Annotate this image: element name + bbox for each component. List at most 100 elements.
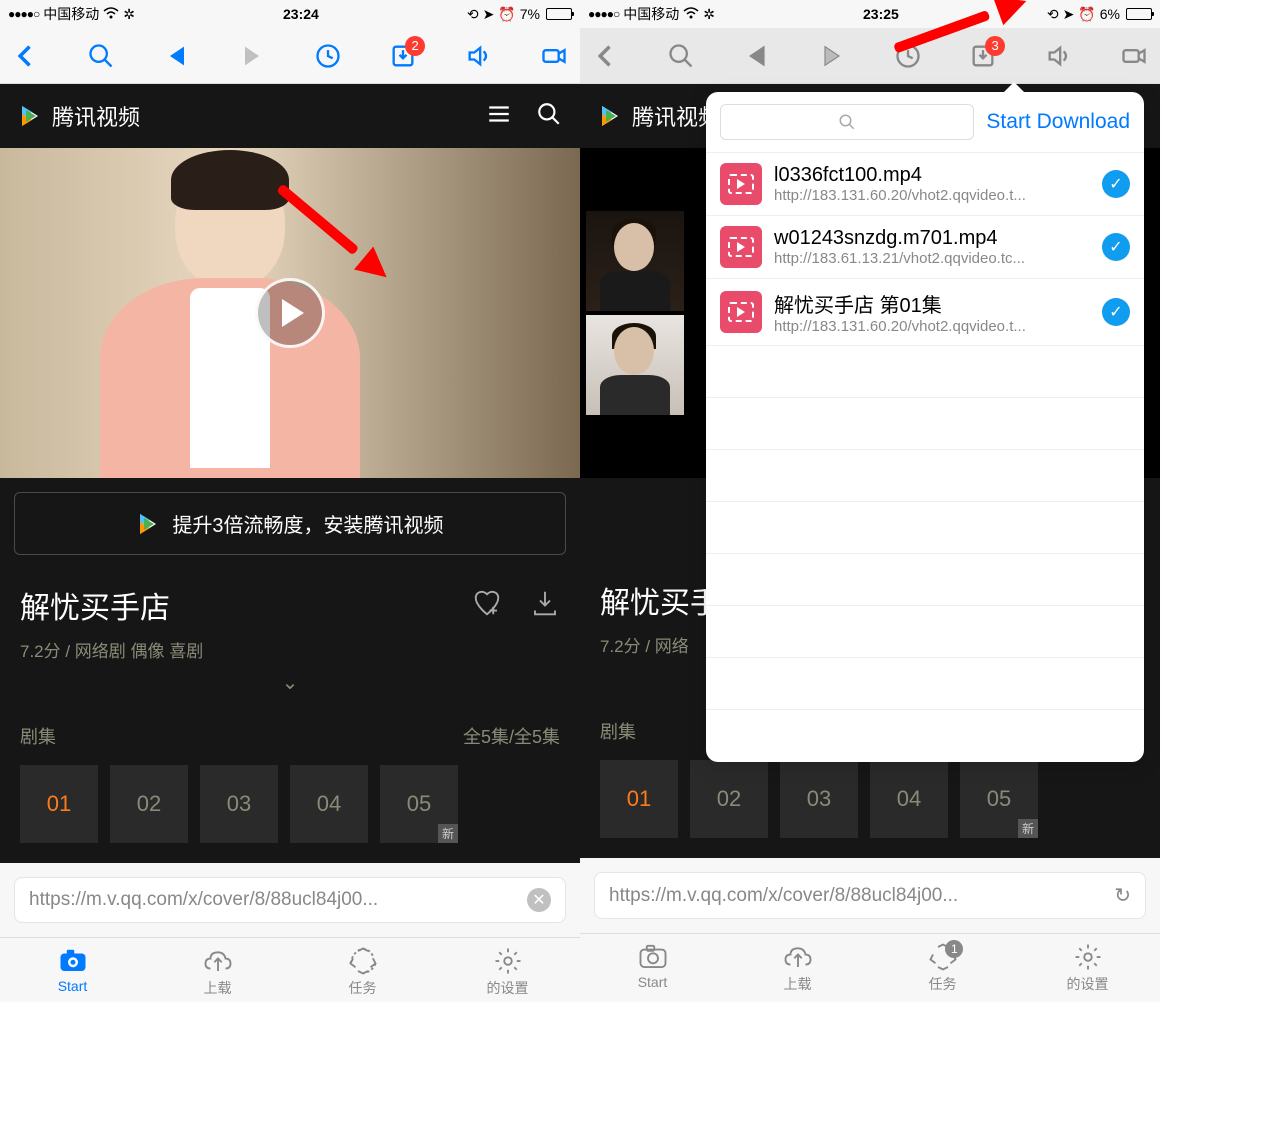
rewind-button[interactable]: [741, 40, 773, 72]
check-icon[interactable]: ✓: [1102, 298, 1130, 326]
sound-button[interactable]: [463, 40, 495, 72]
search-button[interactable]: [85, 40, 117, 72]
promo-text: 提升3倍流畅度，安装腾讯视频: [172, 509, 443, 538]
carrier-label: 中国移动: [43, 4, 99, 24]
history-button[interactable]: [312, 40, 344, 72]
tab-upload[interactable]: 上载: [725, 942, 870, 994]
episode-item[interactable]: 02: [110, 765, 188, 843]
lock-icon: ⟲: [1047, 6, 1059, 23]
camera-icon: [637, 942, 669, 972]
video-thumbnail: [586, 211, 684, 311]
install-app-banner[interactable]: 提升3倍流畅度，安装腾讯视频: [14, 492, 566, 555]
video-title: 解忧买手店: [20, 583, 170, 627]
episode-item[interactable]: 01: [20, 765, 98, 843]
url-input[interactable]: https://m.v.qq.com/x/cover/8/88ucl84j00.…: [594, 872, 1146, 919]
check-icon[interactable]: ✓: [1102, 170, 1130, 198]
loading-icon: ✲: [703, 6, 715, 23]
camera-icon: [57, 946, 89, 976]
episode-item[interactable]: 03: [780, 760, 858, 838]
gear-icon: [1072, 942, 1104, 972]
site-logo[interactable]: 腾讯视频: [18, 100, 140, 132]
loading-icon: ✲: [123, 6, 135, 23]
url-text: https://m.v.qq.com/x/cover/8/88ucl84j00.…: [29, 889, 527, 911]
alarm-icon: ⏰: [1078, 6, 1095, 23]
episode-item[interactable]: 04: [290, 765, 368, 843]
lock-icon: ⟲: [467, 6, 479, 23]
tasks-badge: 1: [945, 940, 963, 958]
signal-dots-icon: ●●●●○: [8, 7, 39, 21]
wifi-icon: [103, 6, 119, 22]
status-bar: ●●●●○ 中国移动 ✲ 23:24 ⟲ ➤ ⏰ 7%: [0, 0, 580, 28]
episode-list: 01 02 03 04 05新: [20, 765, 560, 843]
expand-button[interactable]: ⌄: [20, 662, 560, 703]
new-badge: 新: [1018, 819, 1038, 838]
search-button[interactable]: [665, 40, 697, 72]
url-input[interactable]: https://m.v.qq.com/x/cover/8/88ucl84j00.…: [14, 877, 566, 923]
tencent-video-icon: [598, 104, 622, 128]
episode-item[interactable]: 04: [870, 760, 948, 838]
download-item[interactable]: w01243snzdg.m701.mp4http://183.61.13.21/…: [706, 216, 1144, 279]
clear-icon[interactable]: ✕: [527, 888, 551, 912]
location-icon: ➤: [1063, 6, 1075, 23]
signal-dots-icon: ●●●●○: [588, 7, 619, 21]
episode-item[interactable]: 02: [690, 760, 768, 838]
video-thumbnail: [586, 315, 684, 415]
tab-settings[interactable]: 的设置: [435, 946, 580, 998]
tab-start[interactable]: Start: [0, 946, 145, 998]
download-item[interactable]: 解忧买手店 第01集http://183.131.60.20/vhot2.qqv…: [706, 279, 1144, 346]
download-list: l0336fct100.mp4http://183.131.60.20/vhot…: [706, 153, 1144, 762]
camera-button[interactable]: [538, 40, 570, 72]
video-meta: 7.2分 / 网络剧 偶像 喜剧: [20, 637, 560, 662]
tab-settings[interactable]: 的设置: [1015, 942, 1160, 994]
url-bar: https://m.v.qq.com/x/cover/8/88ucl84j00.…: [580, 858, 1160, 933]
camera-button[interactable]: [1118, 40, 1150, 72]
video-file-icon: [720, 226, 762, 268]
episode-item[interactable]: 05新: [380, 765, 458, 843]
back-button[interactable]: [590, 40, 622, 72]
screenshot-left: ●●●●○ 中国移动 ✲ 23:24 ⟲ ➤ ⏰ 7% 2: [0, 0, 580, 1002]
status-bar: ●●●●○ 中国移动 ✲ 23:25 ⟲ ➤ ⏰ 6%: [580, 0, 1160, 28]
tab-upload[interactable]: 上载: [145, 946, 290, 998]
video-file-icon: [720, 291, 762, 333]
site-search-icon[interactable]: [536, 101, 562, 132]
battery-pct: 7%: [520, 6, 540, 22]
back-button[interactable]: [10, 40, 42, 72]
episode-item[interactable]: 01: [600, 760, 678, 838]
reload-icon[interactable]: ↻: [1114, 883, 1131, 908]
downloads-badge: 2: [405, 36, 425, 56]
check-icon[interactable]: ✓: [1102, 233, 1130, 261]
battery-icon: [1124, 8, 1152, 20]
tab-start[interactable]: Start: [580, 942, 725, 994]
download-button[interactable]: [530, 588, 560, 623]
gear-icon: [492, 946, 524, 976]
tab-tasks[interactable]: 1 任务: [870, 942, 1015, 994]
battery-pct: 6%: [1100, 6, 1120, 22]
app-toolbar: 3: [580, 28, 1160, 84]
downloads-button[interactable]: 2: [387, 40, 419, 72]
sound-button[interactable]: [1043, 40, 1075, 72]
bottom-tab-bar: Start 上载 1 任务 的设置: [580, 933, 1160, 998]
bottom-tab-bar: Start 上载 任务 的设置: [0, 937, 580, 1002]
favorite-button[interactable]: [472, 588, 502, 623]
video-file-icon: [720, 163, 762, 205]
wifi-icon: [683, 6, 699, 22]
video-player[interactable]: [0, 148, 580, 478]
episode-item[interactable]: 03: [200, 765, 278, 843]
web-content: 腾讯视频 提升3倍流畅度，安装腾讯视频 解忧买手店: [0, 84, 580, 863]
download-item[interactable]: l0336fct100.mp4http://183.131.60.20/vhot…: [706, 153, 1144, 216]
url-bar: https://m.v.qq.com/x/cover/8/88ucl84j00.…: [0, 863, 580, 937]
episode-list: 01 02 03 04 05新: [600, 760, 1140, 838]
rewind-button[interactable]: [161, 40, 193, 72]
play-button[interactable]: [236, 40, 268, 72]
site-logo[interactable]: 腾讯视频: [598, 100, 720, 132]
video-title: 解忧买手: [600, 578, 720, 622]
menu-icon[interactable]: [486, 101, 512, 132]
episodes-count: 全5集/全5集: [463, 723, 560, 749]
clock: 23:25: [863, 6, 899, 22]
tab-tasks[interactable]: 任务: [290, 946, 435, 998]
alarm-icon: ⏰: [498, 6, 515, 23]
screenshot-right: ●●●●○ 中国移动 ✲ 23:25 ⟲ ➤ ⏰ 6% 3 Start D: [580, 0, 1160, 1002]
cloud-upload-icon: [202, 946, 234, 976]
play-button[interactable]: [816, 40, 848, 72]
episode-item[interactable]: 05新: [960, 760, 1038, 838]
